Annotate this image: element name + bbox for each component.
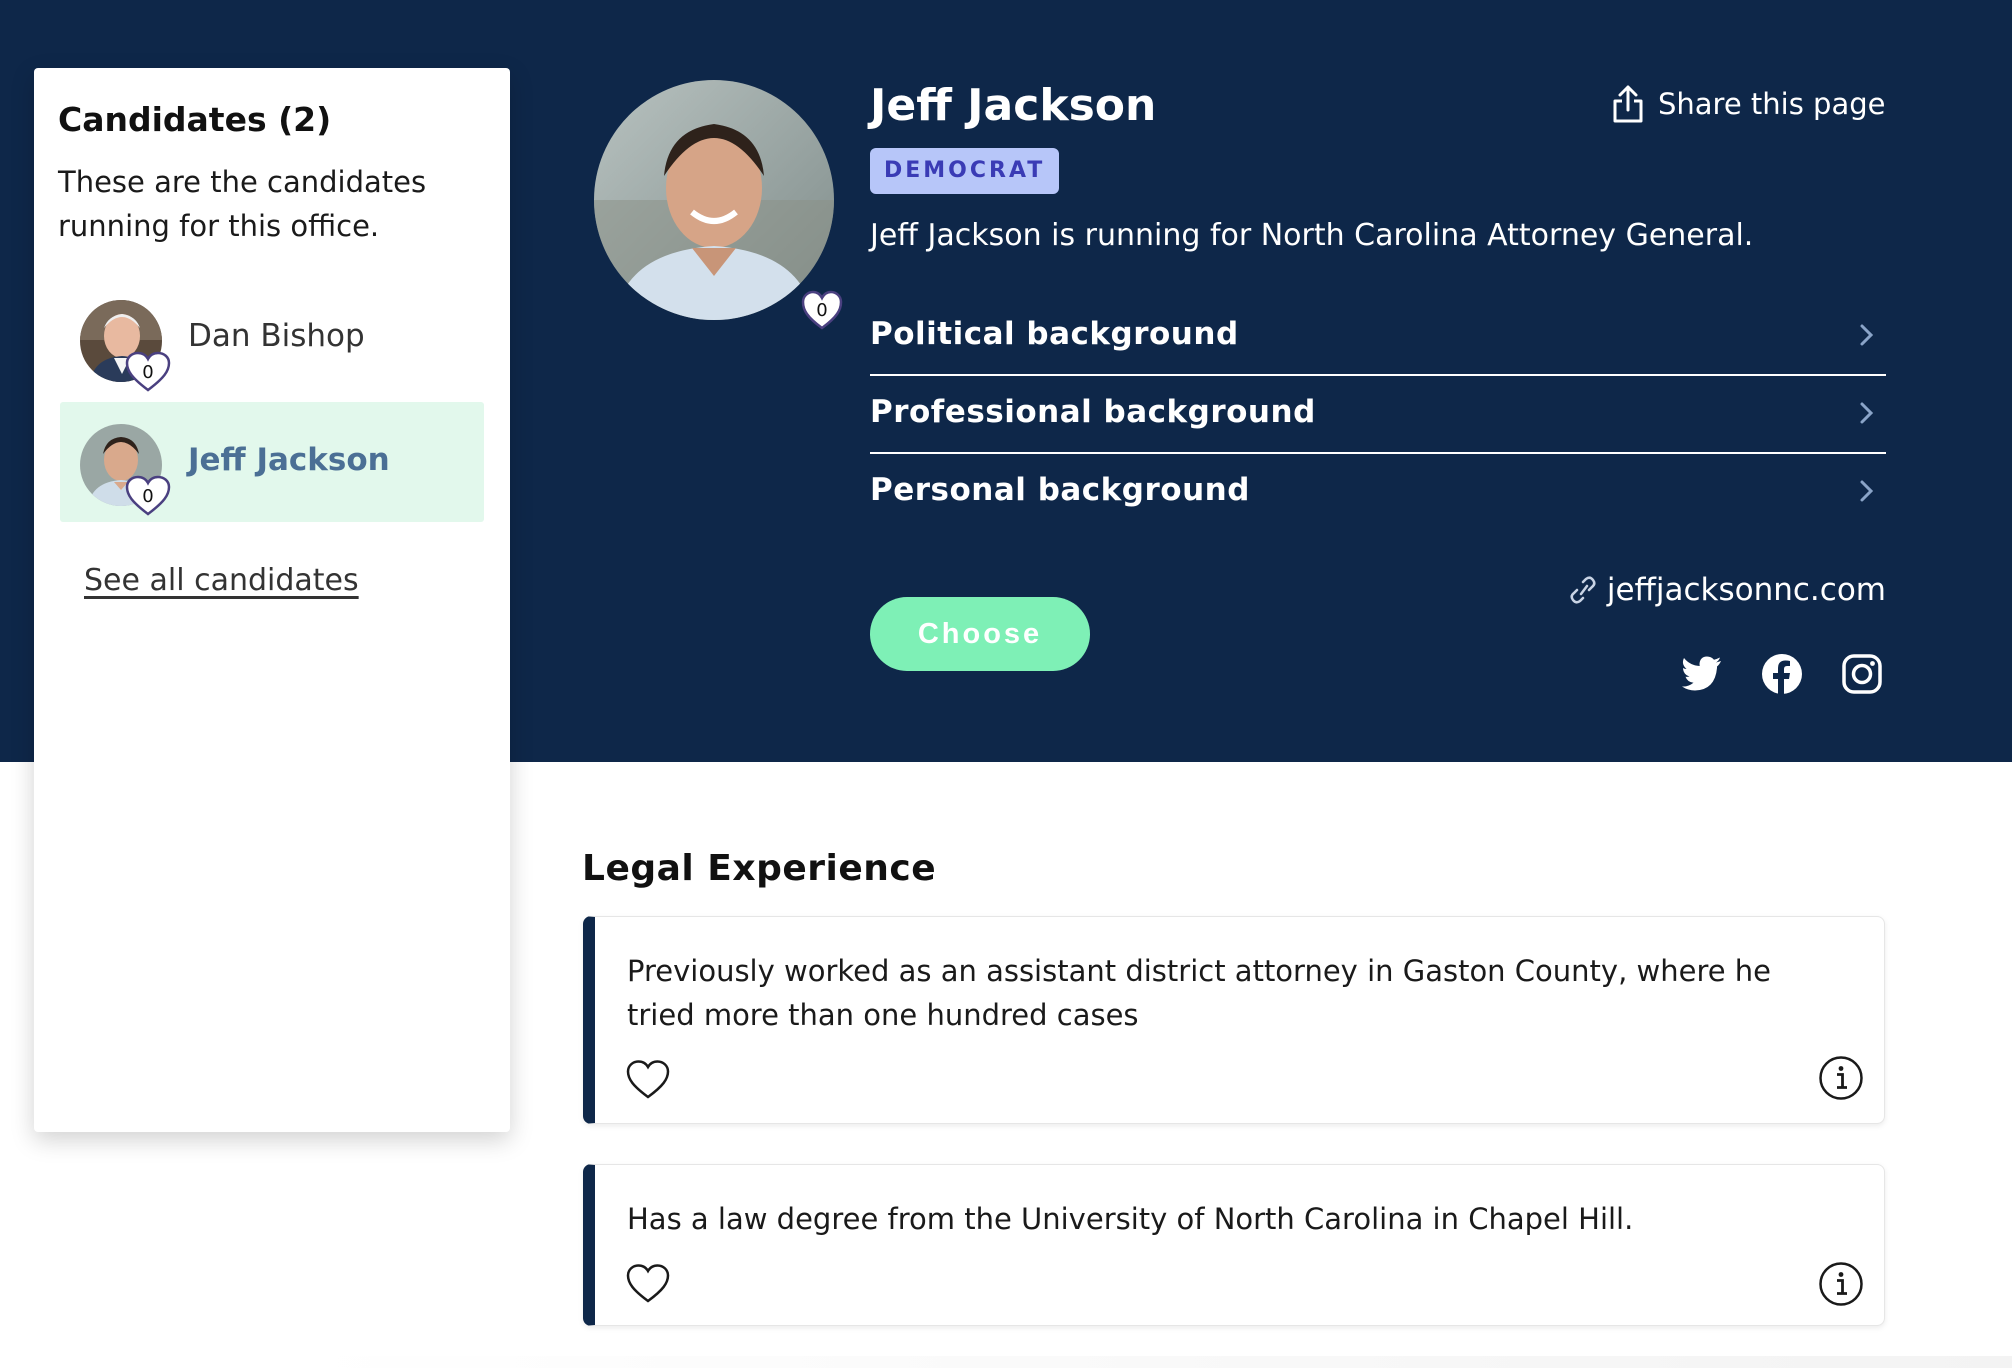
heart-count-icon: 0 (125, 475, 171, 516)
heart-count: 0 (816, 300, 827, 321)
sidebar-title: Candidates (2) (58, 100, 332, 139)
twitter-icon[interactable] (1680, 652, 1724, 696)
sidebar-description: These are the candidates running for thi… (58, 165, 427, 243)
website-label: jeffjacksonnc.com (1606, 572, 1886, 608)
chevron-right-icon (1860, 402, 1874, 424)
heart-like-icon[interactable] (625, 1059, 671, 1101)
facebook-icon[interactable] (1760, 652, 1804, 696)
candidate-name: Dan Bishop (188, 318, 365, 354)
chevron-right-icon (1860, 324, 1874, 346)
experience-card: Has a law degree from the University of … (583, 1164, 1885, 1326)
chevron-right-icon (1860, 480, 1874, 502)
experience-text: Previously worked as an assistant distri… (627, 954, 1772, 1032)
share-label: Share this page (1658, 87, 1886, 121)
candidate-name-heading: Jeff Jackson (870, 80, 1157, 131)
section-title: Legal Experience (582, 848, 937, 889)
candidates-sidebar: Candidates (2) These are the candidates … (34, 68, 510, 1132)
candidate-photo (594, 80, 834, 320)
experience-text: Has a law degree from the University of … (627, 1202, 1634, 1236)
accordion-label: Political background (870, 316, 1239, 352)
accordion-personal-background[interactable]: Personal background (870, 454, 1886, 532)
accordion-label: Professional background (870, 394, 1316, 430)
bottom-scroll-shadow (300, 1356, 2012, 1368)
campaign-website-link[interactable]: jeffjacksonnc.com (1569, 572, 1886, 608)
see-all-candidates-link[interactable]: See all candidates (84, 563, 359, 598)
accordion-political-background[interactable]: Political background (870, 298, 1886, 376)
accordion-professional-background[interactable]: Professional background (870, 376, 1886, 454)
heart-like-icon[interactable] (625, 1263, 671, 1305)
share-page-button[interactable]: Share this page (1612, 80, 1885, 128)
candidate-summary: Jeff Jackson is running for North Caroli… (870, 218, 1754, 253)
party-badge: DEMOCRAT (870, 148, 1060, 194)
experience-card: Previously worked as an assistant distri… (583, 916, 1885, 1124)
info-icon[interactable] (1818, 1055, 1864, 1101)
link-icon (1570, 576, 1596, 604)
candidate-item-dan-bishop[interactable]: 0 Dan Bishop (60, 278, 484, 398)
instagram-icon[interactable] (1840, 652, 1884, 696)
heart-count: 0 (142, 486, 153, 507)
heart-count-icon: 0 (125, 351, 171, 392)
heart-count: 0 (142, 362, 153, 383)
accordion-label: Personal background (870, 472, 1250, 508)
share-icon (1613, 85, 1643, 123)
heart-count-icon: 0 (801, 290, 843, 330)
choose-candidate-button[interactable]: Choose (870, 597, 1090, 671)
info-icon[interactable] (1818, 1261, 1864, 1307)
candidate-name: Jeff Jackson (188, 442, 390, 478)
candidate-item-jeff-jackson[interactable]: 0 Jeff Jackson (60, 402, 484, 522)
